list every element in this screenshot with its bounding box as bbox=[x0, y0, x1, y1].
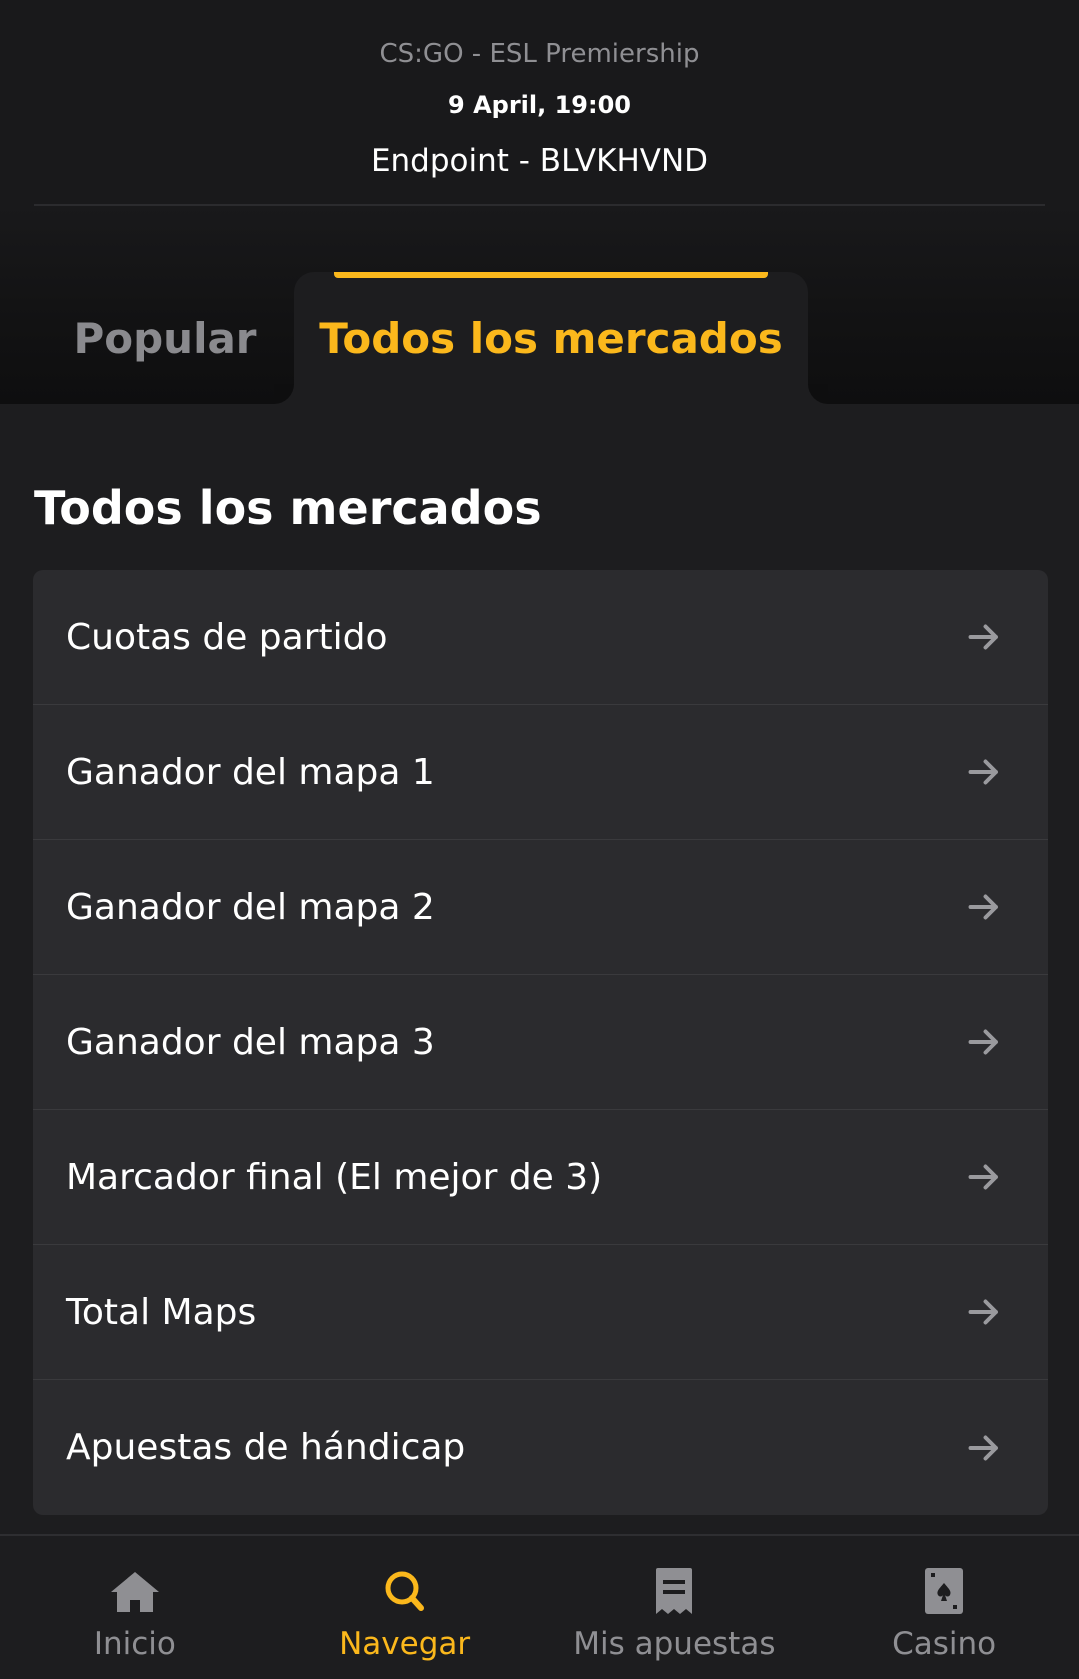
active-tab-indicator bbox=[334, 272, 768, 278]
tab-all-markets-label: Todos los mercados bbox=[319, 313, 783, 363]
tab-corner-right bbox=[808, 384, 828, 404]
market-label: Ganador del mapa 3 bbox=[66, 1021, 435, 1063]
market-label: Total Maps bbox=[66, 1291, 257, 1333]
market-item-ganador-mapa-2[interactable]: Ganador del mapa 2 bbox=[33, 840, 1048, 975]
market-label: Marcador final (El mejor de 3) bbox=[66, 1156, 603, 1198]
tab-popular-label: Popular bbox=[73, 313, 257, 363]
bet-slip-icon bbox=[656, 1568, 693, 1614]
home-icon bbox=[110, 1572, 159, 1612]
event-datetime: 9 April, 19:00 bbox=[448, 91, 631, 119]
market-label: Ganador del mapa 2 bbox=[66, 886, 435, 928]
nav-item-mis-apuestas[interactable]: Mis apuestas bbox=[540, 1536, 810, 1679]
nav-label: Inicio bbox=[93, 1626, 176, 1662]
playing-card-icon bbox=[925, 1568, 964, 1614]
competition-name: CS:GO - ESL Premiership bbox=[379, 39, 700, 69]
arrow-right-icon bbox=[968, 759, 998, 785]
nav-label: Navegar bbox=[339, 1626, 471, 1662]
market-label: Cuotas de partido bbox=[66, 616, 388, 658]
market-item-marcador-final[interactable]: Marcador final (El mejor de 3) bbox=[33, 1110, 1048, 1245]
market-tabs: Popular Todos los mercados bbox=[0, 206, 1079, 404]
tab-popular[interactable]: Popular bbox=[40, 272, 290, 404]
markets-content: Todos los mercados Cuotas de partido Gan… bbox=[0, 404, 1079, 1534]
arrow-right-icon bbox=[968, 894, 998, 920]
arrow-right-icon bbox=[968, 1029, 998, 1055]
event-markets-screen: CS:GO - ESL Premiership 9 April, 19:00 E… bbox=[0, 0, 1079, 1679]
nav-item-navegar[interactable]: Navegar bbox=[270, 1536, 540, 1679]
market-item-ganador-mapa-3[interactable]: Ganador del mapa 3 bbox=[33, 975, 1048, 1110]
market-label: Apuestas de hándicap bbox=[66, 1427, 466, 1468]
market-item-ganador-mapa-1[interactable]: Ganador del mapa 1 bbox=[33, 705, 1048, 840]
nav-label: Casino bbox=[892, 1626, 997, 1662]
event-header: CS:GO - ESL Premiership 9 April, 19:00 E… bbox=[0, 0, 1079, 206]
bottom-nav: Inicio Navegar Mis apuestas Casino bbox=[0, 1534, 1079, 1679]
arrow-right-icon bbox=[968, 1299, 998, 1325]
arrow-right-icon bbox=[968, 1435, 998, 1460]
nav-item-casino[interactable]: Casino bbox=[809, 1536, 1079, 1679]
market-item-apuestas-handicap[interactable]: Apuestas de hándicap bbox=[33, 1380, 1048, 1515]
nav-item-inicio[interactable]: Inicio bbox=[0, 1536, 270, 1679]
market-label: Ganador del mapa 1 bbox=[66, 751, 435, 793]
tab-corner-left bbox=[274, 384, 294, 404]
search-icon bbox=[385, 1571, 424, 1611]
market-list: Cuotas de partido Ganador del mapa 1 Gan… bbox=[33, 570, 1048, 1515]
nav-label: Mis apuestas bbox=[573, 1626, 776, 1662]
arrow-right-icon bbox=[968, 624, 998, 650]
event-teams: Endpoint - BLVKHVND bbox=[370, 143, 709, 179]
market-item-total-maps[interactable]: Total Maps bbox=[33, 1245, 1048, 1380]
arrow-right-icon bbox=[968, 1164, 998, 1190]
section-title: Todos los mercados bbox=[34, 481, 542, 535]
tab-all-markets[interactable]: Todos los mercados bbox=[274, 272, 828, 404]
market-item-cuotas-de-partido[interactable]: Cuotas de partido bbox=[33, 570, 1048, 705]
